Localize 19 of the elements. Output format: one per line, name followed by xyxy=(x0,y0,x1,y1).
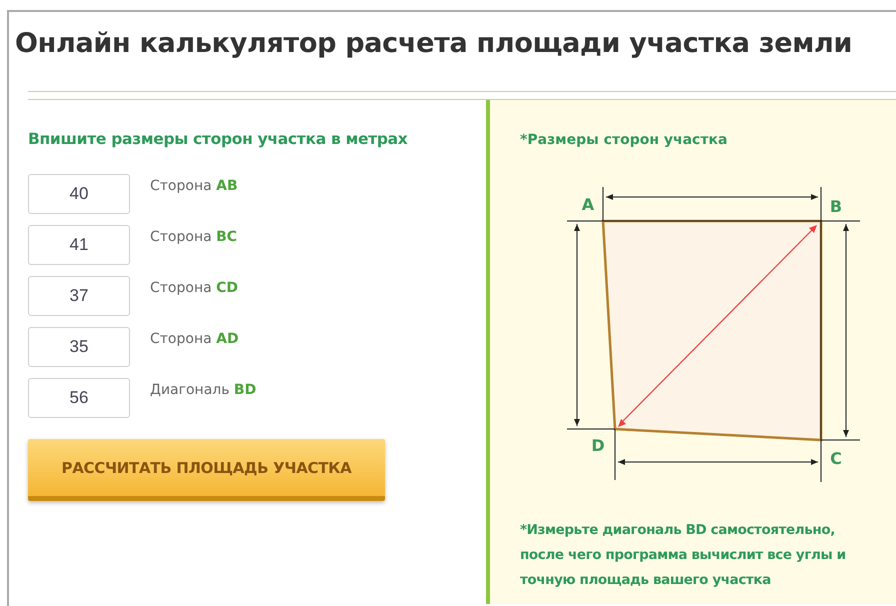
field-label: Сторона AB xyxy=(150,178,238,194)
input-field[interactable]: 37 xyxy=(28,276,130,316)
input-field[interactable]: 40 xyxy=(28,174,130,214)
form-heading: Впишите размеры сторон участка в метрах xyxy=(28,130,408,148)
input-field[interactable]: 41 xyxy=(28,225,130,265)
field-label: Сторона CD xyxy=(150,280,238,296)
corner-label: D xyxy=(591,436,605,455)
corner-label: C xyxy=(830,449,842,468)
field-label: Сторона AD xyxy=(150,331,239,347)
input-field[interactable]: 56 xyxy=(28,378,130,418)
info-note: *Измерьте диагональ BD самостоятельно, после чего программа вычислит все углы и точную площадь вашего участка xyxy=(520,521,847,590)
corner-label: B xyxy=(830,197,842,216)
page-title: Онлайн калькулятор расчета площади участка земли xyxy=(14,27,854,61)
info-heading: *Размеры сторон участка xyxy=(520,132,728,148)
field-label: Сторона BC xyxy=(150,229,238,245)
calculate-button[interactable]: РАССЧИТАТЬ ПЛОЩАДЬ УЧАСТКА xyxy=(28,439,385,501)
input-field[interactable]: 35 xyxy=(28,327,130,367)
corner-label: A xyxy=(582,195,594,214)
field-label: Диагональ BD xyxy=(150,382,256,398)
